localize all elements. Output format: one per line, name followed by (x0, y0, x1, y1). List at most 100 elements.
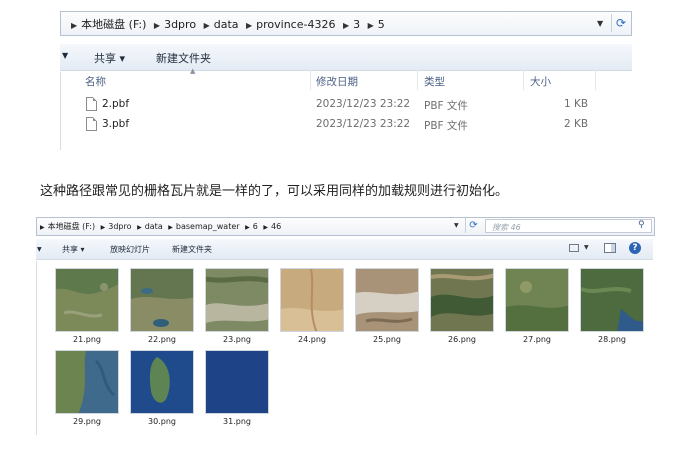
slideshow-button[interactable]: 放映幻灯片 (110, 244, 150, 255)
thumbnail-label: 25.png (373, 335, 401, 344)
preview-pane-icon[interactable] (604, 243, 616, 253)
thumbnail-label: 28.png (598, 335, 626, 344)
map-tile-image (131, 269, 193, 331)
file-date: 2023/12/23 23:22 (316, 98, 411, 110)
caption-text: 这种路径跟常见的栅格瓦片就是一样的了，可以采用同样的加载规则进行初始化。 (40, 184, 509, 199)
view-mode-dropdown-icon[interactable]: ▼ (584, 244, 589, 251)
file-date: 2023/12/23 23:22 (316, 118, 411, 130)
breadcrumb-arrow-icon: ▶ (168, 224, 173, 231)
file-row[interactable]: 2.pbf 2023/12/23 23:22 PBF 文件 1 KB (80, 96, 600, 112)
column-divider[interactable] (310, 70, 311, 90)
toolbar: ▼ 共享 ▾ 新建文件夹 (60, 44, 632, 71)
breadcrumb-item[interactable]: 3dpro (108, 222, 131, 231)
organize-dropdown-icon[interactable]: ▼ (37, 246, 42, 253)
breadcrumb-item[interactable]: 本地磁盘 (F:) (48, 222, 95, 231)
refresh-icon[interactable]: ⟳ (611, 14, 630, 32)
thumbnail-label: 26.png (448, 335, 476, 344)
breadcrumb-arrow-icon: ▶ (137, 224, 142, 231)
explorer-window-basemap: ▶ 本地磁盘 (F:) ▶ 3dpro ▶ data ▶ basemap_water ▶… (36, 213, 655, 435)
breadcrumb-item[interactable]: 本地磁盘 (F:) (81, 18, 146, 31)
thumbnail-25[interactable] (355, 268, 419, 332)
breadcrumb-arrow-icon: ▶ (40, 224, 45, 231)
file-type: PBF 文件 (424, 100, 468, 112)
map-tile-image (506, 269, 568, 331)
breadcrumb: ▶ 本地磁盘 (F:) ▶ 3dpro ▶ data ▶ basemap_water ▶… (37, 221, 281, 232)
thumbnail-label: 24.png (298, 335, 326, 344)
breadcrumb-item[interactable]: basemap_water (176, 222, 240, 231)
breadcrumb-item[interactable]: data (214, 18, 239, 31)
thumbnail-label: 22.png (148, 335, 176, 344)
new-folder-button[interactable]: 新建文件夹 (172, 244, 212, 255)
share-button[interactable]: 共享 ▾ (94, 50, 125, 66)
address-bar[interactable]: ▶ 本地磁盘 (F:) ▶ 3dpro ▶ data ▶ basemap_water ▶… (36, 217, 655, 236)
thumbnail-24[interactable] (280, 268, 344, 332)
address-bar[interactable]: ▶ 本地磁盘 (F:) ▶ 3dpro ▶ data ▶ province-4326 ▶… (60, 11, 632, 36)
thumbnail-label: 29.png (73, 417, 101, 426)
map-tile-image (206, 351, 268, 413)
map-tile-image (131, 351, 193, 413)
breadcrumb-arrow-icon: ▶ (203, 21, 210, 30)
breadcrumb-item[interactable]: data (145, 222, 163, 231)
thumbnail-27[interactable] (505, 268, 569, 332)
file-name: 2.pbf (102, 98, 130, 110)
help-icon[interactable]: ? (629, 242, 641, 254)
view-mode-icon[interactable] (569, 244, 579, 252)
share-button[interactable]: 共享 ▾ (62, 244, 85, 255)
history-dropdown-icon[interactable]: ▼ (454, 222, 459, 229)
map-tile-image (56, 351, 118, 413)
column-divider[interactable] (417, 70, 418, 90)
search-icon[interactable]: ⚲ (638, 220, 645, 230)
thumbnail-label: 30.png (148, 417, 176, 426)
map-tile-image (281, 269, 343, 331)
file-icon (86, 97, 97, 111)
thumbnail-31[interactable] (205, 350, 269, 414)
new-folder-button[interactable]: 新建文件夹 (156, 50, 211, 66)
map-tile-image (206, 269, 268, 331)
column-divider[interactable] (595, 70, 596, 90)
thumbnail-label: 21.png (73, 335, 101, 344)
nav-pane-divider[interactable] (60, 72, 61, 150)
thumbnail-30[interactable] (130, 350, 194, 414)
explorer-window-province: ▶ 本地磁盘 (F:) ▶ 3dpro ▶ data ▶ province-4326 ▶… (60, 8, 632, 150)
column-header-date[interactable]: 修改日期 (316, 74, 358, 89)
search-placeholder: 搜索 46 (492, 223, 521, 232)
file-name: 3.pbf (102, 118, 130, 130)
column-header-size[interactable]: 大小 (530, 74, 551, 89)
thumbnail-label: 31.png (223, 417, 251, 426)
breadcrumb-item[interactable]: province-4326 (256, 18, 335, 31)
breadcrumb-arrow-icon: ▶ (367, 21, 374, 30)
thumbnail-29[interactable] (55, 350, 119, 414)
thumbnail-26[interactable] (430, 268, 494, 332)
breadcrumb-item[interactable]: 5 (378, 18, 385, 31)
breadcrumb-item[interactable]: 3dpro (164, 18, 196, 31)
breadcrumb-item[interactable]: 6 (253, 222, 258, 231)
breadcrumb-item[interactable]: 46 (271, 222, 281, 231)
file-icon (86, 117, 97, 131)
search-input[interactable]: 搜索 46 ⚲ (485, 219, 652, 233)
sort-ascending-icon: ▲ (190, 67, 196, 75)
thumbnail-28[interactable] (580, 268, 644, 332)
refresh-icon[interactable]: ⟳ (465, 218, 481, 233)
breadcrumb-arrow-icon: ▶ (153, 21, 161, 30)
thumbnail-23[interactable] (205, 268, 269, 332)
map-tile-image (431, 269, 493, 331)
history-dropdown-icon[interactable]: ▼ (597, 19, 603, 28)
organize-dropdown-icon[interactable]: ▼ (62, 51, 68, 60)
column-header-name[interactable]: 名称 (85, 74, 106, 89)
file-type: PBF 文件 (424, 120, 468, 132)
file-size: 2 KB (564, 118, 589, 130)
thumbnail-label: 23.png (223, 335, 251, 344)
column-divider[interactable] (523, 70, 524, 90)
toolbar: ▼ 共享 ▾ 放映幻灯片 新建文件夹 ▼ ? (36, 239, 653, 260)
breadcrumb-item[interactable]: 3 (353, 18, 360, 31)
breadcrumb-arrow-icon: ▶ (100, 224, 106, 231)
map-tile-image (581, 269, 643, 331)
thumbnail-21[interactable] (55, 268, 119, 332)
file-size: 1 KB (564, 98, 589, 110)
map-tile-image (56, 269, 118, 331)
thumbnail-22[interactable] (130, 268, 194, 332)
column-header-type[interactable]: 类型 (424, 74, 445, 89)
file-row[interactable]: 3.pbf 2023/12/23 23:22 PBF 文件 2 KB (80, 116, 600, 132)
breadcrumb-arrow-icon: ▶ (71, 21, 78, 30)
nav-pane-divider[interactable] (36, 261, 37, 435)
